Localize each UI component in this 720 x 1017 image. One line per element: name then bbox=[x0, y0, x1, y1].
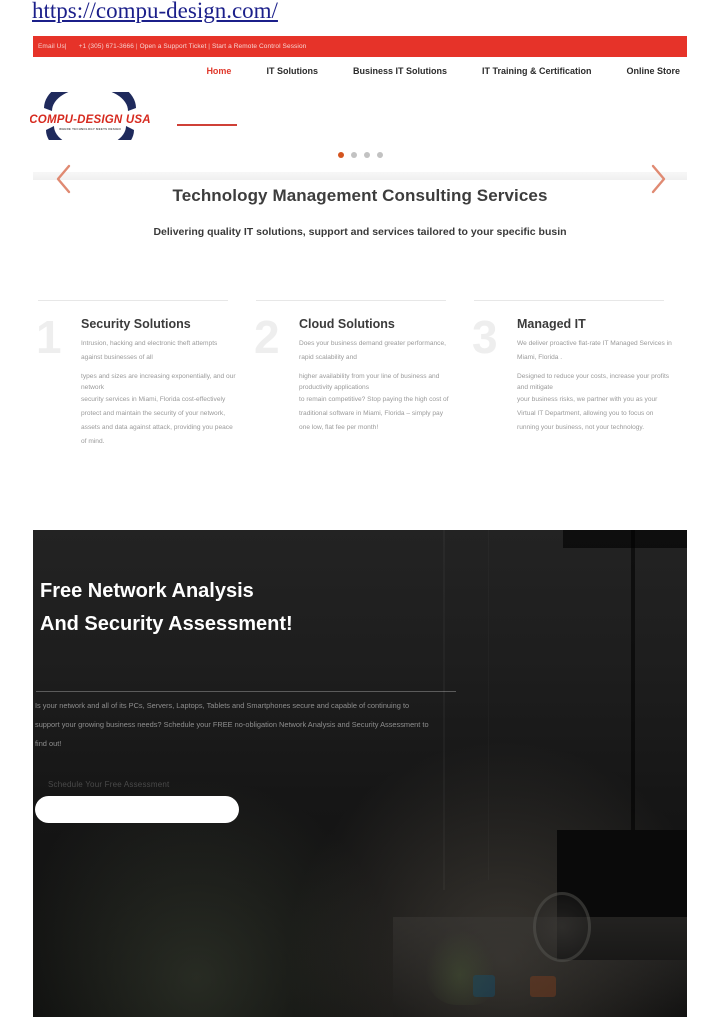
nav-item-online-store[interactable]: Online Store bbox=[626, 66, 680, 76]
feature-column-cloud-solutions: 2 Cloud Solutions Does your business dem… bbox=[251, 300, 469, 500]
column-divider bbox=[256, 300, 446, 301]
nav-item-it-solutions[interactable]: IT Solutions bbox=[266, 66, 318, 76]
cta-section: Free Network Analysis And Security Asses… bbox=[33, 530, 687, 1017]
feature-title: Cloud Solutions bbox=[299, 317, 395, 331]
feature-body-b: to remain competitive? Stop paying the h… bbox=[299, 396, 449, 432]
hero-slider: Technology Management Consulting Service… bbox=[33, 140, 687, 258]
remote-session-link[interactable]: Start a Remote Control Session bbox=[212, 43, 306, 50]
photo-detail-mug-blue bbox=[473, 975, 495, 997]
photo-detail-ring-light bbox=[533, 892, 591, 962]
slider-dot-3[interactable] bbox=[363, 152, 370, 158]
feature-lead: Does your business demand greater perfor… bbox=[299, 340, 446, 361]
feature-number: 1 bbox=[36, 311, 62, 363]
slider-pagination bbox=[33, 152, 687, 158]
photo-detail-mug-orange bbox=[530, 976, 556, 997]
nav-active-underline bbox=[177, 124, 237, 126]
phone-number[interactable]: +1 (305) 671-3666 bbox=[79, 43, 134, 50]
slider-dot-2[interactable] bbox=[350, 152, 357, 158]
hero-divider bbox=[33, 172, 687, 180]
feature-number: 2 bbox=[254, 311, 280, 363]
photo-detail-window-frame-1 bbox=[443, 530, 445, 890]
hero-title: Technology Management Consulting Service… bbox=[172, 186, 548, 205]
slider-dot-1[interactable] bbox=[337, 152, 344, 158]
feature-body: Intrusion, hacking and electronic theft … bbox=[81, 337, 236, 449]
feature-column-security-solutions: 1 Security Solutions Intrusion, hacking … bbox=[33, 300, 251, 500]
nav-item-home[interactable]: Home bbox=[206, 66, 231, 76]
utility-topbar: Email Us| +1 (305) 671-3666 | Open a Supp… bbox=[33, 36, 687, 57]
main-navigation: Home IT Solutions Business IT Solutions … bbox=[33, 57, 687, 84]
cta-body-text: Is your network and all of its PCs, Serv… bbox=[35, 701, 429, 748]
email-us-link[interactable]: Email Us| bbox=[38, 43, 67, 50]
feature-body: Does your business demand greater perfor… bbox=[299, 337, 454, 435]
site-logo[interactable]: COMPU-DESIGN USA WHERE TECHNOLOGY MEETS … bbox=[30, 92, 150, 147]
page-root: https://compu-design.com/ Email Us| +1 (3… bbox=[0, 0, 720, 1017]
svg-text:WHERE TECHNOLOGY MEETS DESIGN: WHERE TECHNOLOGY MEETS DESIGN bbox=[59, 127, 121, 131]
column-divider bbox=[38, 300, 228, 301]
schedule-free-assessment-button[interactable] bbox=[35, 796, 239, 823]
cta-divider bbox=[36, 691, 456, 692]
cta-heading: Free Network Analysis And Security Asses… bbox=[40, 580, 293, 635]
feature-lead: We deliver proactive flat-rate IT Manage… bbox=[517, 340, 672, 361]
column-divider bbox=[474, 300, 664, 301]
feature-body-a: types and sizes are increasing exponenti… bbox=[81, 372, 236, 391]
feature-lead: Intrusion, hacking and electronic theft … bbox=[81, 340, 218, 361]
photo-detail-header-block bbox=[563, 530, 687, 548]
feature-body-b: security services in Miami, Florida cost… bbox=[81, 396, 233, 445]
feature-body: We deliver proactive flat-rate IT Manage… bbox=[517, 337, 672, 435]
photo-detail-window-frame-2 bbox=[488, 530, 489, 880]
nav-item-it-training-certification[interactable]: IT Training & Certification bbox=[482, 66, 592, 76]
feature-body-b: your business risks, we partner with you… bbox=[517, 396, 658, 432]
feature-title: Security Solutions bbox=[81, 317, 191, 331]
topbar-text: Email Us| +1 (305) 671-3666 | Open a Supp… bbox=[33, 43, 306, 50]
feature-column-managed-it: 3 Managed IT We deliver proactive flat-r… bbox=[469, 300, 687, 500]
nav-item-business-it-solutions[interactable]: Business IT Solutions bbox=[353, 66, 447, 76]
url-caption: https://compu-design.com/ bbox=[32, 0, 278, 23]
cta-button-label: Schedule Your Free Assessment bbox=[48, 780, 170, 789]
svg-text:COMPU-DESIGN USA: COMPU-DESIGN USA bbox=[30, 114, 150, 126]
photo-detail-post bbox=[631, 530, 635, 830]
feature-columns: 1 Security Solutions Intrusion, hacking … bbox=[33, 300, 687, 500]
feature-body-a: higher availability from your line of bu… bbox=[299, 372, 440, 391]
hero-subtitle: Delivering quality IT solutions, support… bbox=[153, 226, 567, 238]
feature-title: Managed IT bbox=[517, 317, 586, 331]
slider-dot-4[interactable] bbox=[376, 152, 383, 158]
support-ticket-link[interactable]: Open a Support Ticket bbox=[140, 43, 207, 50]
logo-mark-icon: COMPU-DESIGN USA WHERE TECHNOLOGY MEETS … bbox=[30, 92, 150, 147]
feature-body-a: Designed to reduce your costs, increase … bbox=[517, 372, 670, 391]
feature-number: 3 bbox=[472, 311, 498, 363]
